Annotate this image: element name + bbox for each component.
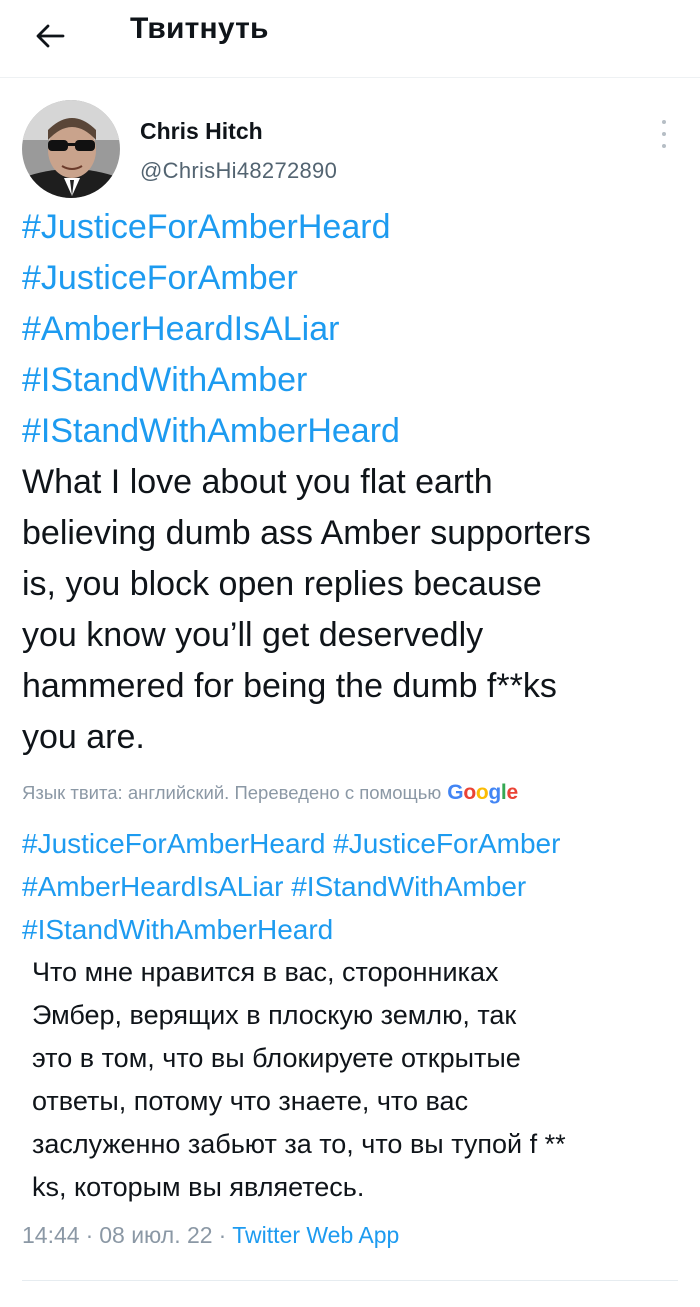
divider [22, 1280, 678, 1281]
meta-separator: · [85, 1222, 94, 1248]
hashtag-link[interactable]: #JusticeForAmber [333, 828, 560, 859]
hashtag-link[interactable]: #JusticeForAmber [22, 253, 692, 304]
top-bar: Твитнуть [0, 0, 700, 78]
author-handle[interactable]: @ChrisHi48272890 [140, 158, 337, 184]
hashtag-link[interactable]: #IStandWithAmber [22, 355, 692, 406]
hashtag-link[interactable]: #JusticeForAmberHeard [22, 202, 692, 253]
tweet-date[interactable]: 08 июл. 22 [99, 1222, 212, 1249]
translation-note-text: Язык твита: английский. Переведено с пом… [22, 782, 442, 803]
hashtag-link[interactable]: #JusticeForAmberHeard [22, 828, 325, 859]
tweet-body: What I love about you flat earth believi… [22, 463, 591, 756]
tweet-source-link[interactable]: Twitter Web App [232, 1222, 399, 1249]
google-logo[interactable]: Google [447, 781, 518, 805]
hashtag-link[interactable]: #AmberHeardIsALiar [22, 871, 283, 902]
more-dot-icon [662, 132, 666, 136]
more-options-button[interactable] [652, 116, 676, 152]
meta-separator: · [218, 1222, 227, 1248]
translated-body: Что мне нравится в вас, сторонниках Эмбе… [32, 957, 566, 1202]
tweet-text: #JusticeForAmberHeard #JusticeForAmber #… [22, 202, 692, 763]
more-dot-icon [662, 120, 666, 124]
hashtag-link[interactable]: #AmberHeardIsALiar [22, 304, 692, 355]
avatar[interactable] [22, 100, 120, 198]
tweet-meta: 14:44 · 08 июл. 22 · Twitter Web App [22, 1222, 399, 1249]
translated-hashtags: #JusticeForAmberHeard #JusticeForAmber #… [22, 822, 692, 951]
tweet-time[interactable]: 14:44 [22, 1222, 80, 1249]
hashtag-link[interactable]: #IStandWithAmberHeard [22, 406, 692, 457]
translation-note: Язык твита: английский. Переведено с пом… [22, 781, 692, 805]
hashtag-link[interactable]: #IStandWithAmberHeard [22, 914, 333, 945]
arrow-left-icon [36, 24, 65, 48]
author-name[interactable]: Chris Hitch [140, 118, 263, 145]
translated-text: #JusticeForAmberHeard #JusticeForAmber #… [22, 822, 692, 1209]
page-title: Твитнуть [130, 12, 269, 45]
back-button[interactable] [28, 14, 72, 58]
hashtag-link[interactable]: #IStandWithAmber [291, 871, 526, 902]
more-dot-icon [662, 144, 666, 148]
